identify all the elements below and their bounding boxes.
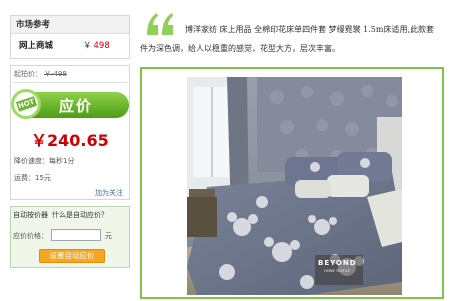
market-price-value: 498 [93,41,110,51]
auto-bid-help-link[interactable]: 什么是自动应价？ [52,211,108,219]
market-price: ￥ 498 [83,34,110,58]
price-panel: 起拍价： ￥-498 应价 HOT ￥240.65 降价速度：每秒1分 运费：15… [10,65,130,200]
market-currency: ￥ [83,41,92,51]
market-reference-box: 市场参考 网上商城 ￥ 498 [10,15,130,59]
auto-bid-price-input[interactable] [51,229,101,241]
auto-bid-header: 自动按价器 什么是自动应价？ [11,207,129,223]
market-store-row: 网上商城 ￥ 498 [11,34,129,58]
drop-speed: 降价速度：每秒1分 [14,157,75,165]
current-price: ￥240.65 [31,131,109,150]
brand-logo-text: BEYOND [318,259,357,267]
divider [13,82,127,83]
brand-logo-subtext: HOME TEXTILE [324,269,350,273]
auto-bid-price-label: 应价价格： [13,232,48,240]
shipping-fee: 运费：15元 [14,174,51,182]
bedding-photo-icon [187,77,402,295]
follow-link[interactable]: 加为关注 [95,188,123,198]
auto-bid-box: 自动按价器 什么是自动应价？ 应价价格： 元 设置自动应价 [10,206,130,268]
auto-bid-title: 自动按价器 [13,211,48,219]
auto-bid-unit: 元 [105,232,112,240]
auto-bid-price-row: 应价价格： 元 [13,229,112,241]
start-price-label: 起拍价： [14,70,42,78]
product-description: 博洋家纺 床上用品 全棉印花床单四件套 梦缦霓裳 1.5m床适用,此款套件为深色… [140,25,435,53]
start-price-value: ￥-498 [44,70,67,78]
bid-banner-label: 应价 [59,97,94,115]
market-reference-title: 市场参考 [11,16,129,34]
bid-banner[interactable]: 应价 HOT [11,89,131,119]
hot-badge-label: HOT [15,96,37,112]
start-price-row: 起拍价： ￥-498 [11,66,129,82]
market-store-name: 网上商城 [19,41,54,51]
product-image-frame: BEYOND HOME TEXTILE [140,67,444,299]
hot-badge-icon: HOT [11,89,41,119]
set-auto-bid-button[interactable]: 设置自动应价 [39,249,105,263]
product-image[interactable] [187,77,402,295]
